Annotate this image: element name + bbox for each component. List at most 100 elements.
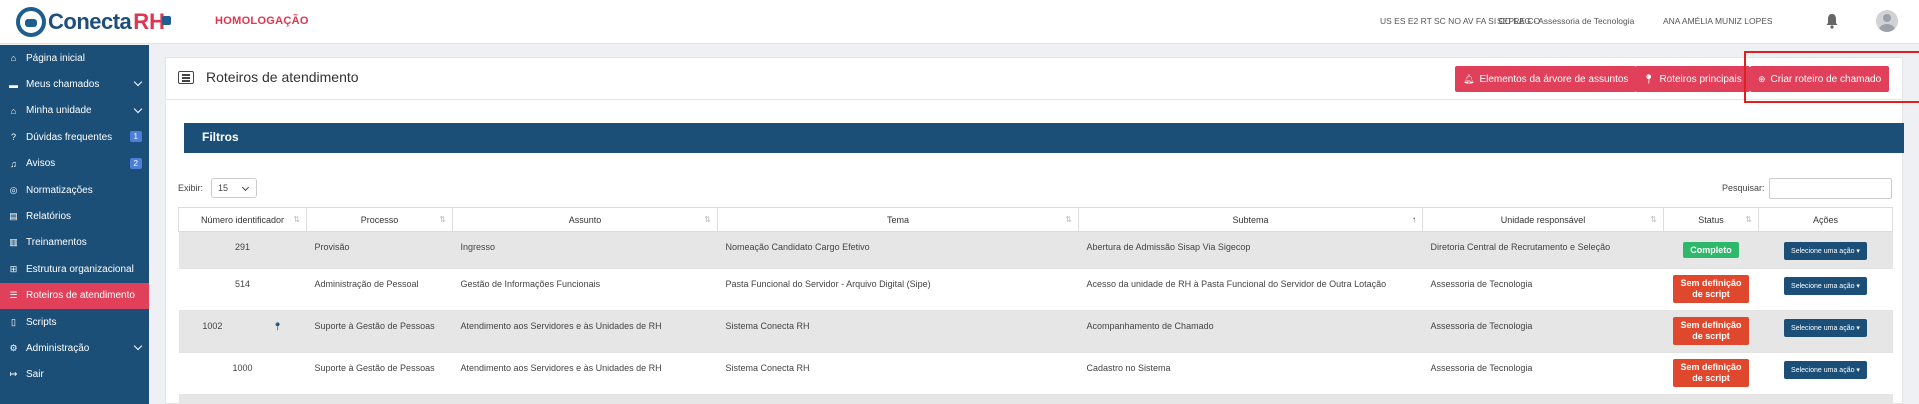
sidebar-item-org-structure[interactable]: ⊞ Estrutura organizacional bbox=[0, 256, 149, 282]
sidebar-item-logout[interactable]: ↦ Sair bbox=[0, 362, 149, 388]
status-badge: Completo bbox=[1683, 242, 1739, 258]
page-title: Roteiros de atendimento bbox=[206, 69, 359, 85]
sidebar-item-notices[interactable]: ♫ Avisos 2 bbox=[0, 151, 149, 177]
card-header: Roteiros de atendimento 🔔︎ Elementos da … bbox=[166, 51, 1919, 103]
sort-icon: ⇅ bbox=[439, 215, 446, 224]
table-row[interactable]: 291 Provisão Ingresso Nomeação Candidato… bbox=[178, 231, 1893, 269]
cell-unit: Diretoria Central de Recrutamento e Sele… bbox=[1422, 231, 1664, 269]
user-name[interactable]: ANA AMÉLIA MUNIZ LOPES bbox=[1663, 16, 1773, 26]
cell-subject: Gestão de Informações Funcionais bbox=[452, 268, 718, 311]
cell-actions: Selecione uma ação bbox=[1758, 268, 1893, 311]
column-header[interactable]: Número identificador ⇅ bbox=[178, 207, 307, 232]
avatar[interactable] bbox=[1876, 10, 1898, 32]
cell-process: Suporte à Gestão de Pessoas bbox=[306, 352, 453, 395]
count-badge: 1 bbox=[129, 131, 142, 143]
sort-icon: ⇅ bbox=[1065, 215, 1072, 224]
sort-icon: ⇅ bbox=[1650, 215, 1657, 224]
cell-status: Completo bbox=[1663, 231, 1759, 269]
column-header: Ações bbox=[1758, 207, 1893, 232]
signout-icon: ↦ bbox=[9, 369, 18, 380]
search-label: Pesquisar: bbox=[1722, 183, 1765, 193]
cell-unit: Assessoria de Tecnologia bbox=[1422, 310, 1664, 353]
column-header[interactable]: Subtema ↑ bbox=[1078, 207, 1423, 232]
cell-id: 514 bbox=[178, 268, 307, 311]
sidebar-item-my-tickets[interactable]: ▬ Meus chamados bbox=[0, 71, 149, 97]
cell-id: 291 bbox=[178, 231, 307, 269]
sidebar-item-label: Estrutura organizacional bbox=[26, 263, 134, 275]
top-bar: Conecta RH HOMOLOGAÇÃO US ES E2 RT SC NO… bbox=[0, 0, 1919, 44]
page-length-value: 15 bbox=[218, 183, 229, 193]
subject-tree-button[interactable]: 🔔︎ Elementos da árvore de assuntos bbox=[1455, 66, 1637, 92]
status-badge: Sem definição de script bbox=[1673, 275, 1749, 303]
menu-toggle-icon[interactable] bbox=[162, 16, 171, 25]
sidebar-item-label: Meus chamados bbox=[26, 79, 100, 91]
cell-subject: Atendimento aos Servidores e às Unidades… bbox=[452, 352, 718, 395]
cell-subtheme: Cadastro no Sistema bbox=[1078, 352, 1423, 395]
column-header[interactable]: Assunto ⇅ bbox=[452, 207, 718, 232]
sidebar-item-my-unit[interactable]: ⌂ Minha unidade bbox=[0, 98, 149, 124]
filters-panel[interactable]: Filtros bbox=[184, 123, 1904, 153]
search-input[interactable] bbox=[1769, 178, 1892, 199]
cell-actions: Selecione uma ação bbox=[1758, 231, 1893, 269]
column-header[interactable]: Tema ⇅ bbox=[717, 207, 1079, 232]
action-dropdown-button[interactable]: Selecione uma ação bbox=[1784, 277, 1867, 295]
table-row[interactable]: 514 Administração de Pessoal Gestão de I… bbox=[178, 268, 1893, 311]
main-card: Roteiros de atendimento 🔔︎ Elementos da … bbox=[165, 51, 1919, 404]
sort-icon: ↑ bbox=[1412, 215, 1416, 224]
cell-process: Provisão bbox=[306, 231, 453, 269]
column-header[interactable]: Unidade responsável ⇅ bbox=[1422, 207, 1664, 232]
logo[interactable]: Conecta RH bbox=[16, 6, 165, 38]
sidebar-item-label: Relatórios bbox=[26, 211, 72, 223]
table-row bbox=[178, 394, 1893, 404]
sidebar-item-label: Sair bbox=[26, 369, 44, 381]
cell-id: 1000 bbox=[178, 352, 307, 395]
sidebar-item-reports[interactable]: ▤ Relatórios bbox=[0, 203, 149, 229]
cell-unit: Assessoria de Tecnologia bbox=[1422, 352, 1664, 395]
bell-icon: ♫ bbox=[10, 158, 17, 169]
sidebar-item-regulations[interactable]: ◎ Normatizações bbox=[0, 177, 149, 203]
status-badge: Sem definição de script bbox=[1673, 359, 1749, 387]
list-icon: ☰ bbox=[9, 290, 18, 301]
cell-subtheme: Acompanhamento de Chamado bbox=[1078, 310, 1423, 353]
cell-id: 1002 📍︎ bbox=[178, 310, 307, 353]
action-dropdown-button[interactable]: Selecione uma ação bbox=[1784, 361, 1867, 379]
column-header[interactable]: Processo ⇅ bbox=[306, 207, 453, 232]
action-dropdown-button[interactable]: Selecione uma ação bbox=[1784, 242, 1867, 260]
cell-actions: Selecione uma ação bbox=[1758, 352, 1893, 395]
sidebar: ⌂ Página inicial ▬ Meus chamados ⌂ Minha… bbox=[0, 45, 149, 404]
sidebar-item-home[interactable]: ⌂ Página inicial bbox=[0, 45, 149, 71]
filters-label: Filtros bbox=[202, 130, 239, 144]
cogs-icon: ⚙ bbox=[9, 342, 18, 353]
sidebar-item-service-scripts[interactable]: ☰ Roteiros de atendimento bbox=[0, 282, 149, 309]
notifications-bell-icon[interactable] bbox=[1825, 13, 1839, 29]
bell-icon: 🔔︎ bbox=[1463, 73, 1475, 84]
sidebar-item-label: Normatizações bbox=[26, 184, 93, 196]
logo-text: Conecta bbox=[48, 9, 132, 34]
table-row[interactable]: 1002 📍︎ Suporte à Gestão de Pessoas Atend… bbox=[178, 310, 1893, 353]
main-scripts-button-label: Roteiros principais bbox=[1659, 73, 1742, 85]
sidebar-item-label: Página inicial bbox=[26, 52, 85, 64]
scripts-table: Número identificador ⇅ Processo ⇅ Assunto ⇅… bbox=[178, 207, 1893, 404]
file-icon: ▯ bbox=[11, 316, 16, 327]
cell-subtheme: Acesso da unidade de RH à Pasta Funciona… bbox=[1078, 268, 1423, 311]
sidebar-item-label: Treinamentos bbox=[26, 237, 87, 249]
sidebar-item-scripts[interactable]: ▯ Scripts bbox=[0, 309, 149, 335]
action-dropdown-button[interactable]: Selecione uma ação bbox=[1784, 319, 1867, 337]
compass-icon: ◎ bbox=[9, 184, 18, 195]
sidebar-item-faq[interactable]: ? Dúvidas frequentes 1 bbox=[0, 124, 149, 150]
table-row[interactable]: 1000 Suporte à Gestão de Pessoas Atendim… bbox=[178, 352, 1893, 395]
cell-status: Sem definição de script bbox=[1663, 268, 1759, 311]
column-header[interactable]: Status ⇅ bbox=[1663, 207, 1759, 232]
sidebar-item-trainings[interactable]: ▥ Treinamentos bbox=[0, 230, 149, 256]
sort-icon: ⇅ bbox=[1745, 215, 1752, 224]
cell-theme: Sistema Conecta RH bbox=[717, 310, 1079, 353]
page-length-select[interactable]: 15 bbox=[211, 178, 258, 198]
sidebar-item-administration[interactable]: ⚙ Administração bbox=[0, 335, 149, 361]
cell-actions: Selecione uma ação bbox=[1758, 310, 1893, 353]
sort-icon: ⇅ bbox=[293, 215, 300, 224]
chart-icon: ▤ bbox=[9, 211, 18, 222]
show-label: Exibir: bbox=[178, 183, 204, 193]
main-scripts-button[interactable]: 📍︎ Roteiros principais bbox=[1635, 66, 1750, 92]
organization-label[interactable]: SEPLAG - Assessoria de Tecnologia bbox=[1497, 16, 1634, 26]
cell-status: Sem definição de script bbox=[1663, 352, 1759, 395]
